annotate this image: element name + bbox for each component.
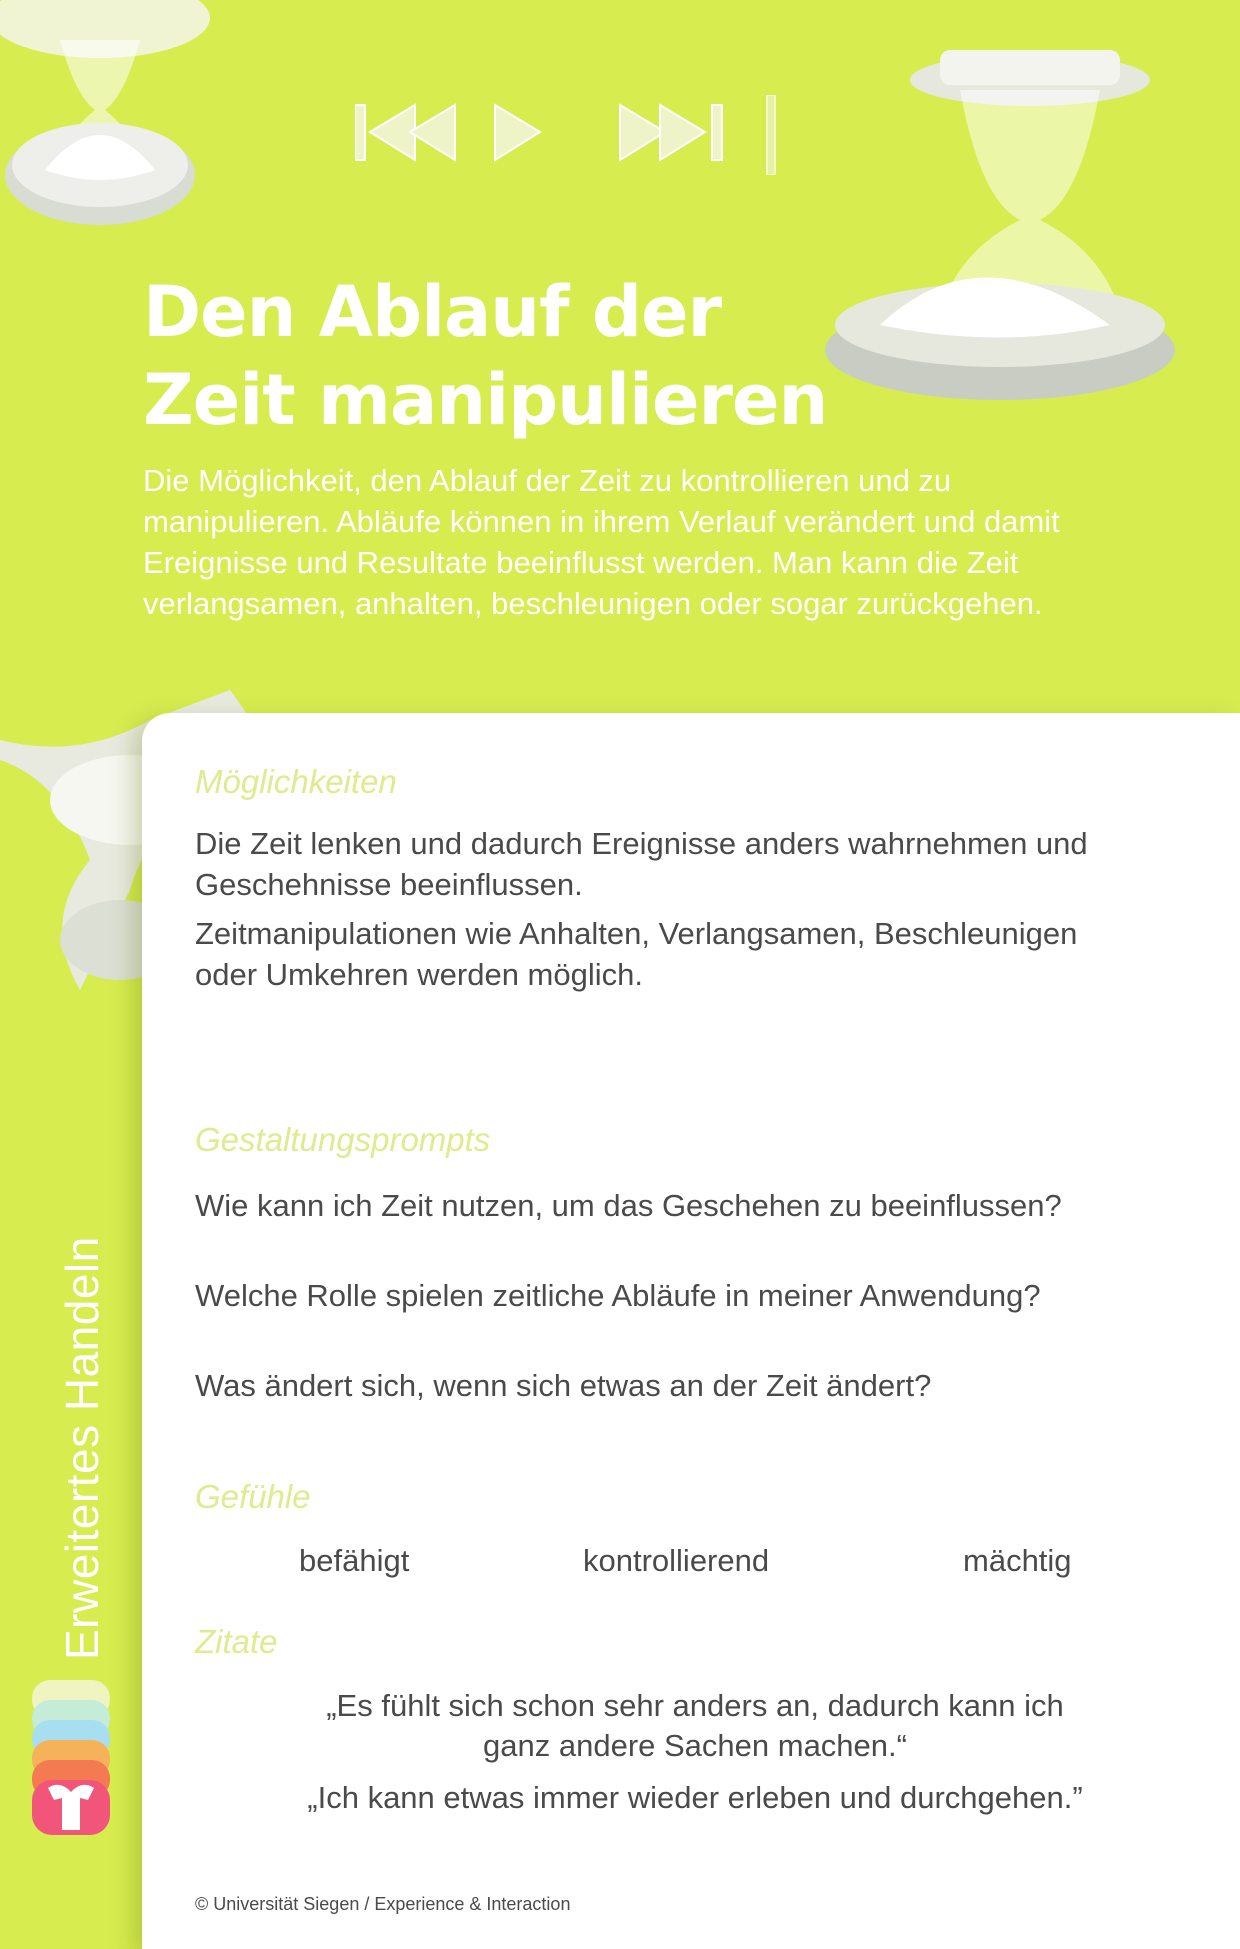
page-title: Den Ablauf der Zeit manipulieren: [143, 268, 943, 444]
prompt-item: Wie kann ich Zeit nutzen, um das Gescheh…: [195, 1188, 1062, 1223]
text-line: oder Umkehren werden möglich.: [195, 957, 643, 992]
intro-line: Die Möglichkeit, den Ablauf der Zeit zu …: [143, 463, 952, 498]
quote-line: „Es fühlt sich schon sehr anders an, dad…: [326, 1688, 1064, 1723]
content-card: Möglichkeiten Die Zeit lenken und dadurc…: [142, 713, 1240, 1949]
feeling-item: mächtig: [963, 1543, 1072, 1578]
intro-line: Ereignisse und Resultate beeinflusst wer…: [143, 545, 1019, 580]
intro-text: Die Möglichkeit, den Ablauf der Zeit zu …: [143, 460, 1103, 624]
title-line: Den Ablauf der: [143, 271, 722, 353]
quote-line: ganz andere Sachen machen.“: [483, 1728, 907, 1763]
hourglass-icon: [0, 0, 210, 225]
section-heading-gefuehle: Gefühle: [195, 1478, 311, 1515]
app-logo-icon: [32, 1680, 110, 1835]
skip-forward-icon: [619, 95, 776, 175]
section-heading-moeglichkeiten: Möglichkeiten: [195, 763, 397, 800]
section-heading-prompts: Gestaltungsprompts: [195, 1121, 491, 1158]
skip-back-icon: [355, 103, 456, 162]
media-controls: [355, 95, 776, 175]
category-label: Erweitertes Handeln: [56, 1236, 108, 1660]
title-line: Zeit manipulieren: [143, 359, 828, 441]
feeling-item: befähigt: [299, 1543, 410, 1578]
copyright-footer: © Universität Siegen / Experience & Inte…: [195, 1894, 571, 1914]
intro-line: verlangsamen, anhalten, beschleunigen od…: [143, 586, 1043, 621]
text-line: Geschehnisse beeinflussen.: [195, 867, 583, 902]
paragraph: Zeitmanipulationen wie Anhalten, Verlang…: [195, 913, 1155, 995]
paragraph: Die Zeit lenken und dadurch Ereignisse a…: [195, 823, 1155, 905]
prompt-item: Welche Rolle spielen zeitliche Abläufe i…: [195, 1278, 1041, 1313]
card-page: Den Ablauf der Zeit manipulieren Die Mög…: [0, 0, 1240, 1949]
quote: „Ich kann etwas immer wieder erleben und…: [307, 1780, 1083, 1815]
intro-line: manipulieren. Abläufe können in ihrem Ve…: [143, 504, 1060, 539]
play-icon: [494, 103, 542, 162]
prompt-item: Was ändert sich, wenn sich etwas an der …: [195, 1368, 932, 1403]
text-line: Die Zeit lenken und dadurch Ereignisse a…: [195, 826, 1088, 861]
feelings-list: befähigt kontrollierend mächtig: [195, 1543, 1195, 1593]
feeling-item: kontrollierend: [583, 1543, 770, 1578]
section-heading-zitate: Zitate: [195, 1623, 278, 1660]
quote: „Es fühlt sich schon sehr anders an, dad…: [235, 1686, 1155, 1766]
text-line: Zeitmanipulationen wie Anhalten, Verlang…: [195, 916, 1078, 951]
